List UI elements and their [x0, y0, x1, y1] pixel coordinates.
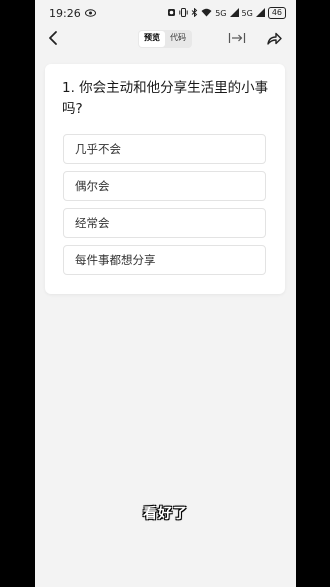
- bluetooth-icon: [191, 7, 198, 19]
- wifi-icon: [201, 8, 212, 19]
- signal-icon: [255, 7, 265, 19]
- expand-arrow-icon: [228, 33, 246, 43]
- option-item[interactable]: 偶尔会: [63, 171, 266, 201]
- eye-icon: [84, 7, 96, 20]
- status-left: 19:26: [49, 7, 96, 20]
- tab-code[interactable]: 代码: [165, 31, 191, 47]
- tab-preview[interactable]: 预览: [139, 31, 165, 47]
- signal-label-1: 5G: [215, 8, 227, 18]
- back-button[interactable]: [45, 29, 63, 47]
- question-text: 1. 你会主动和他分享生活里的小事吗?: [62, 80, 269, 117]
- vibrate-icon: [179, 7, 188, 19]
- option-item[interactable]: 每件事都想分享: [63, 245, 266, 275]
- option-item[interactable]: 经常会: [63, 208, 266, 238]
- option-item[interactable]: 几乎不会: [63, 134, 266, 164]
- battery-icon: 46: [267, 7, 286, 19]
- question-card: 1. 你会主动和他分享生活里的小事吗? 几乎不会 偶尔会 经常会 每件事都想分享: [45, 64, 285, 294]
- share-arrow-icon: [267, 32, 282, 45]
- status-time: 19:26: [49, 6, 81, 20]
- share-button[interactable]: [265, 29, 283, 47]
- app-header: 预览 代码: [35, 26, 296, 50]
- view-tabs: 预览 代码: [138, 30, 192, 48]
- video-caption: 看好了: [143, 506, 188, 522]
- signal-icon: [229, 7, 239, 19]
- alarm-icon: [167, 8, 176, 19]
- expand-button[interactable]: [228, 30, 246, 46]
- status-bar: 19:26 5G 5G 46: [35, 0, 296, 26]
- status-right: 5G 5G 46: [167, 7, 286, 19]
- signal-label-2: 5G: [241, 8, 253, 18]
- chevron-left-icon: [49, 31, 57, 45]
- phone-screen: 19:26 5G 5G 46 预览 代码 1. 你会主动和他分享生活里的小事吗?…: [35, 0, 296, 587]
